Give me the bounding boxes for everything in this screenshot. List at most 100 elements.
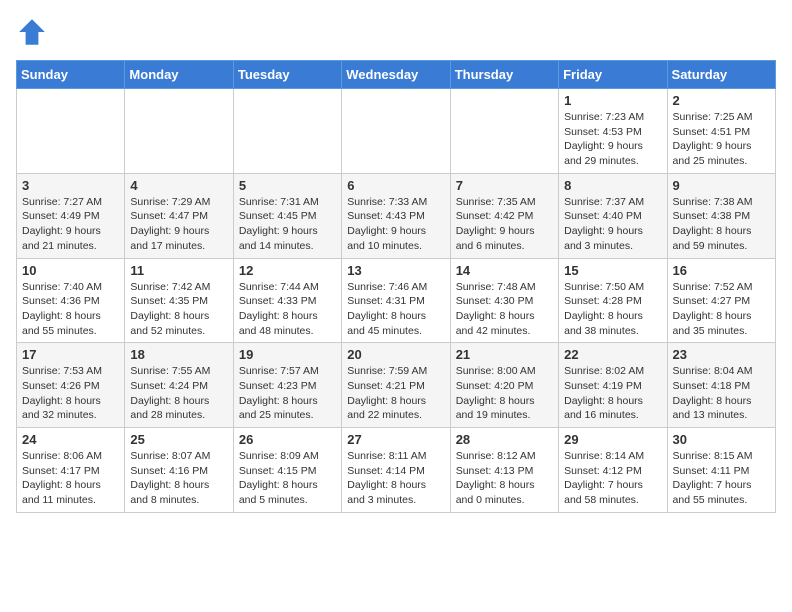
calendar-cell: 22 Sunrise: 8:02 AM Sunset: 4:19 PM Dayli…: [559, 343, 667, 428]
calendar-cell: [450, 89, 558, 174]
day-number: 28: [456, 432, 553, 447]
calendar-cell: 8 Sunrise: 7:37 AM Sunset: 4:40 PM Daylig…: [559, 173, 667, 258]
day-number: 17: [22, 347, 119, 362]
day-info: Sunrise: 7:46 AM Sunset: 4:31 PM Dayligh…: [347, 280, 444, 339]
logo: [16, 16, 52, 48]
calendar-cell: 25 Sunrise: 8:07 AM Sunset: 4:16 PM Dayli…: [125, 428, 233, 513]
day-number: 29: [564, 432, 661, 447]
day-number: 27: [347, 432, 444, 447]
day-info: Sunrise: 8:00 AM Sunset: 4:20 PM Dayligh…: [456, 364, 553, 423]
day-info: Sunrise: 7:48 AM Sunset: 4:30 PM Dayligh…: [456, 280, 553, 339]
day-info: Sunrise: 7:53 AM Sunset: 4:26 PM Dayligh…: [22, 364, 119, 423]
day-number: 6: [347, 178, 444, 193]
calendar-cell: 18 Sunrise: 7:55 AM Sunset: 4:24 PM Dayli…: [125, 343, 233, 428]
calendar-cell: 10 Sunrise: 7:40 AM Sunset: 4:36 PM Dayli…: [17, 258, 125, 343]
day-info: Sunrise: 7:38 AM Sunset: 4:38 PM Dayligh…: [673, 195, 770, 254]
calendar-week-row: 17 Sunrise: 7:53 AM Sunset: 4:26 PM Dayli…: [17, 343, 776, 428]
day-number: 19: [239, 347, 336, 362]
day-info: Sunrise: 7:57 AM Sunset: 4:23 PM Dayligh…: [239, 364, 336, 423]
calendar-cell: 7 Sunrise: 7:35 AM Sunset: 4:42 PM Daylig…: [450, 173, 558, 258]
day-header-friday: Friday: [559, 61, 667, 89]
day-info: Sunrise: 7:42 AM Sunset: 4:35 PM Dayligh…: [130, 280, 227, 339]
calendar-cell: 15 Sunrise: 7:50 AM Sunset: 4:28 PM Dayli…: [559, 258, 667, 343]
calendar-cell: 29 Sunrise: 8:14 AM Sunset: 4:12 PM Dayli…: [559, 428, 667, 513]
calendar-week-row: 3Sunrise: 7:27 AM Sunset: 4:49 PM Daylig…: [17, 173, 776, 258]
calendar-cell: 28 Sunrise: 8:12 AM Sunset: 4:13 PM Dayli…: [450, 428, 558, 513]
day-info: Sunrise: 7:23 AM Sunset: 4:53 PM Dayligh…: [564, 110, 661, 169]
day-info: Sunrise: 7:27 AM Sunset: 4:49 PM Dayligh…: [22, 195, 119, 254]
calendar-cell: 12 Sunrise: 7:44 AM Sunset: 4:33 PM Dayli…: [233, 258, 341, 343]
day-number: 25: [130, 432, 227, 447]
day-number: 5: [239, 178, 336, 193]
day-header-sunday: Sunday: [17, 61, 125, 89]
day-number: 26: [239, 432, 336, 447]
day-number: 9: [673, 178, 770, 193]
day-number: 14: [456, 263, 553, 278]
day-number: 20: [347, 347, 444, 362]
day-info: Sunrise: 8:04 AM Sunset: 4:18 PM Dayligh…: [673, 364, 770, 423]
day-info: Sunrise: 7:37 AM Sunset: 4:40 PM Dayligh…: [564, 195, 661, 254]
calendar-cell: [17, 89, 125, 174]
day-number: 13: [347, 263, 444, 278]
header: [16, 16, 776, 48]
calendar-cell: 30 Sunrise: 8:15 AM Sunset: 4:11 PM Dayli…: [667, 428, 775, 513]
day-number: 7: [456, 178, 553, 193]
day-number: 15: [564, 263, 661, 278]
calendar-cell: 26 Sunrise: 8:09 AM Sunset: 4:15 PM Dayli…: [233, 428, 341, 513]
day-number: 22: [564, 347, 661, 362]
calendar-cell: [125, 89, 233, 174]
day-number: 4: [130, 178, 227, 193]
day-header-saturday: Saturday: [667, 61, 775, 89]
calendar-cell: 14 Sunrise: 7:48 AM Sunset: 4:30 PM Dayli…: [450, 258, 558, 343]
calendar-cell: [342, 89, 450, 174]
day-header-tuesday: Tuesday: [233, 61, 341, 89]
day-info: Sunrise: 8:14 AM Sunset: 4:12 PM Dayligh…: [564, 449, 661, 508]
calendar-cell: 5 Sunrise: 7:31 AM Sunset: 4:45 PM Daylig…: [233, 173, 341, 258]
day-info: Sunrise: 7:50 AM Sunset: 4:28 PM Dayligh…: [564, 280, 661, 339]
calendar-cell: 16 Sunrise: 7:52 AM Sunset: 4:27 PM Dayli…: [667, 258, 775, 343]
day-number: 24: [22, 432, 119, 447]
day-info: Sunrise: 8:06 AM Sunset: 4:17 PM Dayligh…: [22, 449, 119, 508]
logo-icon: [16, 16, 48, 48]
day-info: Sunrise: 8:15 AM Sunset: 4:11 PM Dayligh…: [673, 449, 770, 508]
calendar-header-row: SundayMondayTuesdayWednesdayThursdayFrid…: [17, 61, 776, 89]
day-info: Sunrise: 8:11 AM Sunset: 4:14 PM Dayligh…: [347, 449, 444, 508]
day-info: Sunrise: 8:09 AM Sunset: 4:15 PM Dayligh…: [239, 449, 336, 508]
day-info: Sunrise: 7:44 AM Sunset: 4:33 PM Dayligh…: [239, 280, 336, 339]
day-number: 30: [673, 432, 770, 447]
day-number: 21: [456, 347, 553, 362]
day-info: Sunrise: 7:35 AM Sunset: 4:42 PM Dayligh…: [456, 195, 553, 254]
calendar-cell: 1Sunrise: 7:23 AM Sunset: 4:53 PM Daylig…: [559, 89, 667, 174]
day-number: 10: [22, 263, 119, 278]
day-header-wednesday: Wednesday: [342, 61, 450, 89]
day-info: Sunrise: 7:33 AM Sunset: 4:43 PM Dayligh…: [347, 195, 444, 254]
day-number: 2: [673, 93, 770, 108]
calendar-cell: 24 Sunrise: 8:06 AM Sunset: 4:17 PM Dayli…: [17, 428, 125, 513]
calendar-cell: 13 Sunrise: 7:46 AM Sunset: 4:31 PM Dayli…: [342, 258, 450, 343]
day-number: 12: [239, 263, 336, 278]
day-number: 8: [564, 178, 661, 193]
calendar-cell: 2 Sunrise: 7:25 AM Sunset: 4:51 PM Daylig…: [667, 89, 775, 174]
day-info: Sunrise: 7:31 AM Sunset: 4:45 PM Dayligh…: [239, 195, 336, 254]
calendar-cell: 4Sunrise: 7:29 AM Sunset: 4:47 PM Daylig…: [125, 173, 233, 258]
day-info: Sunrise: 8:02 AM Sunset: 4:19 PM Dayligh…: [564, 364, 661, 423]
day-info: Sunrise: 8:07 AM Sunset: 4:16 PM Dayligh…: [130, 449, 227, 508]
day-info: Sunrise: 7:52 AM Sunset: 4:27 PM Dayligh…: [673, 280, 770, 339]
calendar-cell: 9 Sunrise: 7:38 AM Sunset: 4:38 PM Daylig…: [667, 173, 775, 258]
calendar-cell: 6 Sunrise: 7:33 AM Sunset: 4:43 PM Daylig…: [342, 173, 450, 258]
calendar-cell: 23Sunrise: 8:04 AM Sunset: 4:18 PM Dayli…: [667, 343, 775, 428]
day-info: Sunrise: 8:12 AM Sunset: 4:13 PM Dayligh…: [456, 449, 553, 508]
day-number: 16: [673, 263, 770, 278]
calendar-week-row: 24 Sunrise: 8:06 AM Sunset: 4:17 PM Dayli…: [17, 428, 776, 513]
day-info: Sunrise: 7:55 AM Sunset: 4:24 PM Dayligh…: [130, 364, 227, 423]
day-info: Sunrise: 7:25 AM Sunset: 4:51 PM Dayligh…: [673, 110, 770, 169]
day-info: Sunrise: 7:59 AM Sunset: 4:21 PM Dayligh…: [347, 364, 444, 423]
calendar-cell: 20 Sunrise: 7:59 AM Sunset: 4:21 PM Dayli…: [342, 343, 450, 428]
day-number: 18: [130, 347, 227, 362]
day-header-thursday: Thursday: [450, 61, 558, 89]
calendar: SundayMondayTuesdayWednesdayThursdayFrid…: [16, 60, 776, 513]
day-info: Sunrise: 7:40 AM Sunset: 4:36 PM Dayligh…: [22, 280, 119, 339]
day-number: 11: [130, 263, 227, 278]
calendar-cell: 11 Sunrise: 7:42 AM Sunset: 4:35 PM Dayli…: [125, 258, 233, 343]
calendar-cell: 27 Sunrise: 8:11 AM Sunset: 4:14 PM Dayli…: [342, 428, 450, 513]
